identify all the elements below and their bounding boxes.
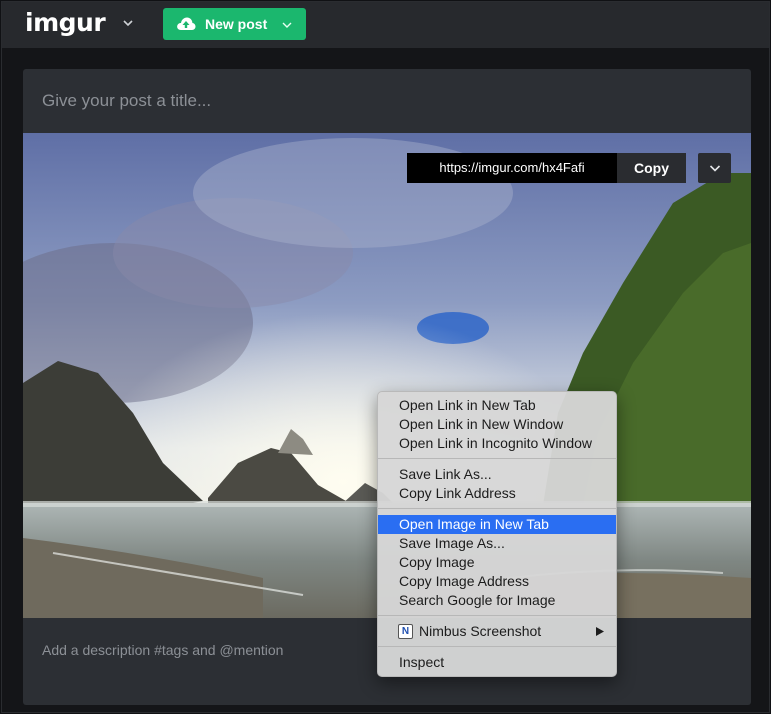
menu-nimbus-label: Nimbus Screenshot — [419, 623, 542, 639]
menu-copy-image[interactable]: Copy Image — [378, 553, 616, 572]
menu-nimbus-screenshot[interactable]: N Nimbus Screenshot — [378, 622, 616, 641]
menu-separator — [378, 508, 616, 509]
menu-open-link-incognito[interactable]: Open Link in Incognito Window — [378, 434, 616, 453]
context-menu: Open Link in New Tab Open Link in New Wi… — [377, 391, 617, 677]
menu-inspect[interactable]: Inspect — [378, 653, 616, 672]
top-bar: imgur New post — [2, 2, 769, 48]
chevron-down-icon — [282, 22, 292, 28]
chevron-down-icon — [709, 165, 721, 172]
menu-save-link-as[interactable]: Save Link As... — [378, 465, 616, 484]
new-post-button[interactable]: New post — [163, 8, 306, 40]
menu-open-image-new-tab[interactable]: Open Image in New Tab — [378, 515, 616, 534]
image-url-field[interactable]: https://imgur.com/hx4Fafi — [407, 153, 617, 183]
menu-separator — [378, 615, 616, 616]
menu-copy-link-address[interactable]: Copy Link Address — [378, 484, 616, 503]
menu-search-google-image[interactable]: Search Google for Image — [378, 591, 616, 610]
triangle-right-icon — [596, 627, 604, 636]
menu-separator — [378, 458, 616, 459]
cloud-upload-icon — [177, 17, 196, 30]
imgur-logo[interactable]: imgur — [25, 8, 106, 37]
image-options-button[interactable] — [698, 153, 731, 183]
menu-separator — [378, 646, 616, 647]
chevron-down-icon[interactable] — [121, 16, 135, 30]
menu-open-link-new-window[interactable]: Open Link in New Window — [378, 415, 616, 434]
post-title-input[interactable] — [23, 69, 751, 133]
nimbus-icon: N — [398, 624, 413, 639]
menu-copy-image-address[interactable]: Copy Image Address — [378, 572, 616, 591]
copy-link-button[interactable]: Copy — [617, 153, 686, 183]
menu-open-link-new-tab[interactable]: Open Link in New Tab — [378, 396, 616, 415]
browser-window: imgur New post Give your post a title...… — [1, 1, 770, 713]
new-post-label: New post — [205, 16, 268, 32]
menu-save-image-as[interactable]: Save Image As... — [378, 534, 616, 553]
image-link-bar: https://imgur.com/hx4Fafi Copy — [407, 153, 686, 183]
